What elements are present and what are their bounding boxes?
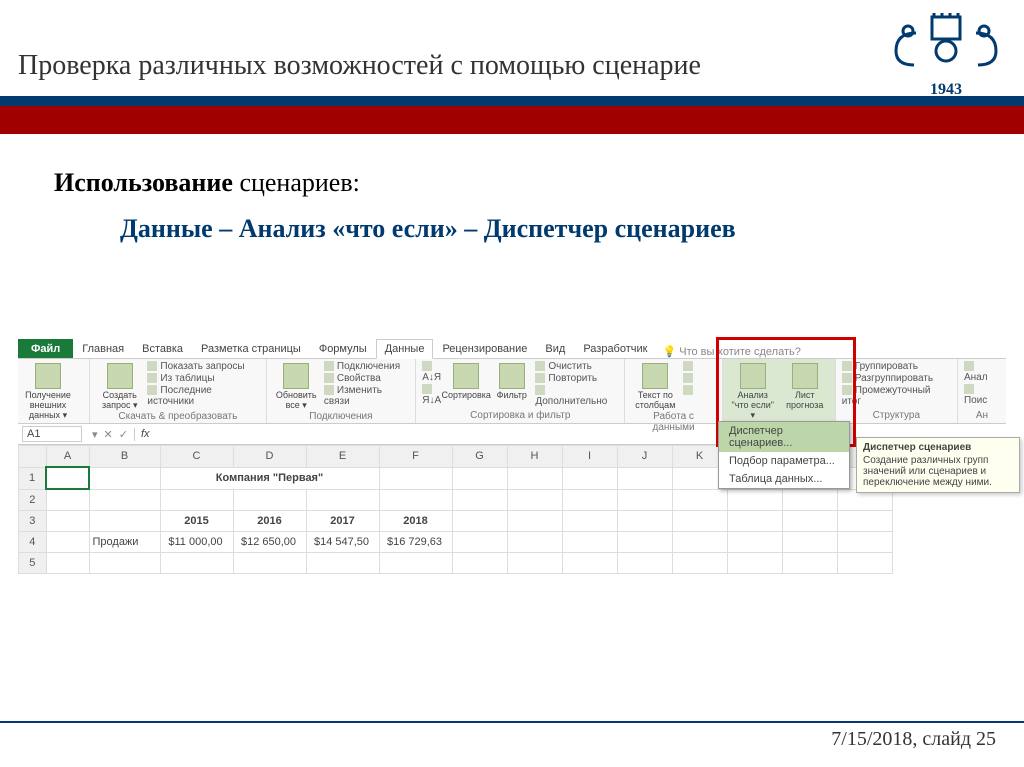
tooltip-title: Диспетчер сценариев: [863, 442, 1013, 453]
group-label-connections: Подключения: [273, 411, 410, 422]
sort-az-za[interactable]: А↓ЯЯ↓А: [422, 361, 440, 406]
refresh-all-button[interactable]: Обновить все ▾: [273, 361, 320, 411]
divider-red: [0, 106, 1024, 134]
filter-options[interactable]: Очистить Повторить Дополнительно: [535, 361, 618, 407]
divider-blue: [0, 96, 1024, 106]
tab-developer[interactable]: Разработчик: [574, 339, 656, 358]
menu-scenario-manager[interactable]: Диспетчер сценариев...: [719, 422, 849, 452]
cell-company-title[interactable]: Компания "Первая": [160, 467, 379, 489]
tooltip-body: Создание различных групп значений или сц…: [863, 455, 1013, 488]
ribbon: Получение внешних данных ▾ Создать запро…: [18, 359, 1006, 424]
what-if-dropdown: Диспетчер сценариев... Подбор параметра.…: [718, 421, 850, 489]
tab-file[interactable]: Файл: [18, 339, 73, 358]
menu-data-table[interactable]: Таблица данных...: [719, 470, 849, 488]
footer-text: 7/15/2018, слайд 25: [831, 728, 996, 751]
crest-icon: [886, 6, 1006, 76]
fx-label[interactable]: fx: [135, 428, 156, 440]
name-box[interactable]: A1: [22, 426, 82, 442]
tab-insert[interactable]: Вставка: [133, 339, 192, 358]
group-label-analysis: Ан: [964, 410, 1000, 421]
text-to-columns-button[interactable]: Текст по столбцам: [631, 361, 679, 411]
tab-view[interactable]: Вид: [536, 339, 574, 358]
tab-layout[interactable]: Разметка страницы: [192, 339, 310, 358]
sort-button[interactable]: Сортировка: [444, 361, 488, 401]
logo: 1943: [886, 6, 1006, 99]
formula-buttons[interactable]: ▾✕✓: [86, 428, 135, 441]
analysis-cut[interactable]: АналПоис: [964, 361, 1000, 406]
body-line-1-bold: Использование: [54, 168, 233, 197]
group-label-sortfilter: Сортировка и фильтр: [422, 410, 618, 421]
filter-button[interactable]: Фильтр: [492, 361, 531, 401]
query-options[interactable]: Показать запросы Из таблицы Последние ис…: [147, 361, 259, 407]
body-line-1-rest: сценариев:: [233, 168, 360, 197]
tab-home[interactable]: Главная: [73, 339, 133, 358]
excel-screenshot: Файл Главная Вставка Разметка страницы Ф…: [18, 336, 1006, 576]
excel-tabs: Файл Главная Вставка Разметка страницы Ф…: [18, 336, 1006, 359]
body-line-2: Данные – Анализ «что если» – Диспетчер с…: [120, 214, 736, 244]
tab-review[interactable]: Рецензирование: [433, 339, 536, 358]
menu-goal-seek[interactable]: Подбор параметра...: [719, 452, 849, 470]
group-label-structure: Структура: [842, 410, 951, 421]
get-external-data-button[interactable]: Получение внешних данных ▾: [24, 361, 72, 421]
connections-options[interactable]: Подключения Свойства Изменить связи: [324, 361, 409, 407]
scenario-tooltip: Диспетчер сценариев Создание различных г…: [856, 437, 1020, 493]
tab-formulas[interactable]: Формулы: [310, 339, 376, 358]
data-tools-icons[interactable]: [683, 361, 707, 396]
footer-line: [0, 721, 1024, 723]
group-label-transform: Скачать & преобразовать: [96, 411, 259, 422]
group-label-datatools: Работа с данными: [631, 411, 715, 433]
tab-data[interactable]: Данные: [376, 339, 434, 359]
slide-title: Проверка различных возможностей с помощь…: [18, 50, 701, 82]
body-line-1: Использование сценариев:: [54, 168, 360, 198]
outline-options[interactable]: Группировать Разгруппировать Промежуточн…: [842, 361, 951, 407]
create-query-button[interactable]: Создать запрос ▾: [96, 361, 143, 411]
